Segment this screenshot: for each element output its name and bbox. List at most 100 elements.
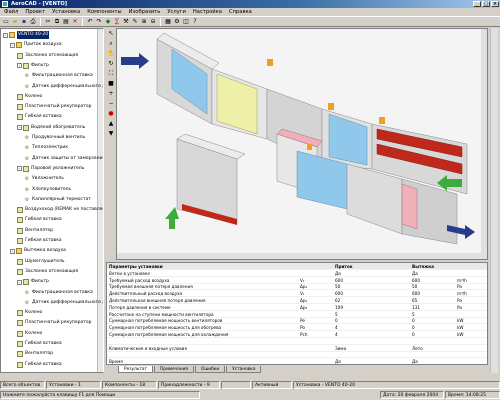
delete-icon[interactable]: ✕ [71, 18, 79, 26]
settings-icon[interactable]: ⚙ [173, 18, 181, 26]
menu-item-4[interactable]: Изобразить [129, 9, 161, 15]
tab-2[interactable]: Ошибки [194, 366, 226, 373]
tree-item[interactable]: Гибкая вставка [17, 216, 62, 224]
tree-item[interactable]: ⚙ Фильтрационная вставка [24, 72, 93, 80]
help-icon[interactable]: ? [191, 18, 199, 26]
arrow-down-icon[interactable]: ▼ [107, 130, 115, 138]
camera-icon[interactable]: ■ [107, 80, 115, 88]
select-pointer-icon[interactable]: ↖ [107, 30, 115, 38]
component-tree[interactable]: - VENTO 40-20- Приток воздуха Заслонка отсе… [0, 28, 104, 373]
tree-item[interactable]: ⚙ Хлопоуловитель [24, 186, 71, 194]
tree-item[interactable]: - Фильтр [17, 278, 49, 286]
title-bar: AeroCAD - [VENTO] _ □ × [0, 0, 500, 8]
menu-item-0[interactable]: Файл [4, 9, 18, 15]
new-file-icon[interactable]: ▭ [2, 18, 10, 26]
table-cell: Да [412, 359, 418, 365]
tree-item[interactable]: Вентилятор [17, 227, 53, 235]
tree-item[interactable]: ⚙ Теплоэлектрик [24, 144, 68, 152]
folder-icon [16, 248, 22, 255]
tree-item[interactable]: Заслонка отсекающая [17, 52, 78, 60]
open-folder-icon[interactable]: ▰ [11, 18, 19, 26]
tree-item[interactable]: Вентилятор [17, 350, 53, 358]
tab-3[interactable]: Установка [226, 366, 262, 373]
zoom-in-icon[interactable]: ⊕ [140, 18, 148, 26]
tree-item[interactable]: Колено [17, 309, 42, 317]
arrow-up-icon[interactable]: ▲ [107, 120, 115, 128]
component-icon [17, 93, 23, 100]
window-scrollbar[interactable] [490, 28, 498, 373]
tree-expander-icon[interactable]: - [10, 248, 15, 254]
fit-view-icon[interactable]: ⛶ [107, 70, 115, 78]
save-icon[interactable]: ▪ [20, 18, 28, 26]
tree-expander-icon[interactable]: - [17, 279, 22, 285]
tree-item[interactable]: Воздухоход (REMAK не поставляет) [17, 206, 103, 214]
tree-item[interactable]: - Приток воздуха [10, 41, 62, 49]
tree-expander-icon[interactable]: - [10, 42, 15, 48]
view-vertical-scrollbar[interactable] [481, 29, 487, 259]
ahu-3d-drawing[interactable] [117, 29, 483, 255]
calculate-icon[interactable]: ∑ [113, 18, 121, 26]
tree-item-label: VENTO 40-20 [17, 31, 50, 39]
report-icon[interactable]: ▦ [164, 18, 172, 26]
tree-item[interactable]: ⚙Датчик дифференциального давле [24, 83, 103, 91]
pan-icon[interactable]: ✋ [107, 50, 115, 58]
stop-icon[interactable]: ● [107, 110, 115, 118]
copy-icon[interactable]: ⧉ [53, 18, 61, 26]
tree-item[interactable]: ⚙ Увлажнитель [24, 175, 64, 183]
tree-item[interactable]: - Водяной обогреватель [17, 124, 85, 132]
tree-item[interactable]: - VENTO 40-20 [3, 31, 50, 39]
tools-icon[interactable]: ⚒ [122, 18, 130, 26]
tree-scrollbar[interactable] [97, 29, 103, 372]
view-horizontal-scrollbar[interactable] [117, 253, 487, 259]
menu-item-7[interactable]: Справка [229, 9, 252, 15]
tree-item[interactable]: Шумоглушитель [17, 258, 65, 266]
tree-item[interactable]: Гибкая вставка [17, 113, 62, 121]
tree-expander-icon[interactable]: - [3, 32, 8, 38]
remove-icon[interactable]: − [107, 100, 115, 108]
menu-item-6[interactable]: Настройка [193, 9, 222, 15]
paste-icon[interactable]: ▤ [62, 18, 70, 26]
zoom-out-icon[interactable]: ⊖ [149, 18, 157, 26]
print-icon[interactable]: ⎙ [29, 18, 37, 26]
maximize-button[interactable]: □ [482, 1, 490, 7]
cut-icon[interactable]: ✂ [44, 18, 52, 26]
tree-item[interactable]: ⚙Датчик дифференциального давле [24, 299, 103, 307]
tree-item[interactable]: - Вытяжка воздуха [10, 247, 66, 255]
tree-item[interactable]: ⚙ Продувочный вентиль [24, 134, 85, 142]
tree-item[interactable]: - Паровой увлажнитель [17, 165, 84, 173]
tree-item[interactable]: Колено [17, 330, 42, 338]
zoom-icon[interactable]: ⌕ [107, 40, 115, 48]
undo-icon[interactable]: ↶ [86, 18, 94, 26]
tree-item[interactable]: Заслонка отсекающая [17, 268, 78, 276]
tree-item[interactable]: ⚙ Датчик защиты от замерзания [24, 155, 103, 163]
tree-item[interactable]: Гибкая вставка [17, 340, 62, 348]
rotate-icon[interactable]: ↻ [107, 60, 115, 68]
menu-bar: Файл Проект Установка Компоненты Изобразить У… [0, 8, 500, 17]
component-icon[interactable]: ◆ [104, 18, 112, 26]
menu-item-3[interactable]: Компоненты [87, 9, 121, 15]
tree-expander-icon[interactable]: - [17, 125, 22, 131]
tree-item[interactable]: Колено [17, 93, 42, 101]
menu-item-2[interactable]: Установка [52, 9, 80, 15]
tab-0[interactable]: Результат [118, 366, 153, 373]
edit-icon[interactable]: ✎ [131, 18, 139, 26]
menu-item-5[interactable]: Услуги [167, 9, 186, 15]
tree-item[interactable]: Пластинчатый рекуператор [17, 319, 92, 327]
tree-item[interactable]: - Фильтр [17, 62, 49, 70]
tree-item[interactable]: ⚙ Капиллярный термостат [24, 196, 91, 204]
tree-item[interactable]: ⚙ Фильтрационная вставка [24, 289, 93, 297]
tree-item-label: Водяной обогреватель [31, 124, 86, 130]
tree-expander-icon[interactable]: - [17, 166, 22, 172]
3d-view[interactable] [116, 28, 488, 260]
minimize-button[interactable]: _ [473, 1, 481, 7]
tab-1[interactable]: Примечания [153, 366, 194, 373]
tree-item[interactable]: Гибкая вставка [17, 237, 62, 245]
view-3d-icon[interactable]: ◫ [182, 18, 190, 26]
redo-icon[interactable]: ↷ [95, 18, 103, 26]
close-button[interactable]: × [491, 1, 499, 7]
tree-expander-icon[interactable]: - [17, 63, 22, 69]
tree-item[interactable]: Гибкая вставка [17, 361, 62, 369]
tree-item[interactable]: Пластинчатый рекуператор [17, 103, 92, 111]
menu-item-1[interactable]: Проект [25, 9, 45, 15]
add-icon[interactable]: + [107, 90, 115, 98]
